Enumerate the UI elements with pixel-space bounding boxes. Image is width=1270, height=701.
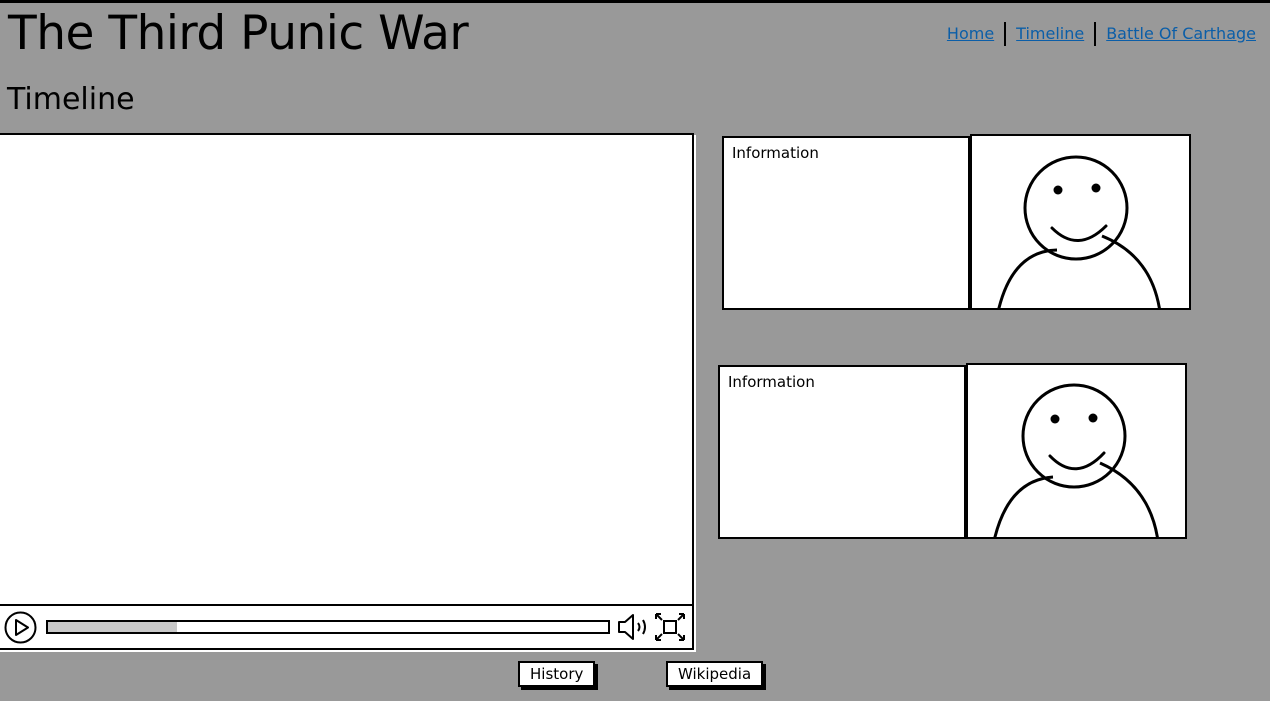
- nav-link-timeline[interactable]: Timeline: [1016, 23, 1084, 45]
- info-card-text: Information: [722, 136, 970, 310]
- fullscreen-icon[interactable]: [654, 612, 686, 642]
- info-card: Information: [718, 363, 1187, 539]
- video-progress-fill: [48, 622, 177, 632]
- video-player[interactable]: [0, 133, 694, 650]
- wikipedia-button[interactable]: Wikipedia: [666, 661, 764, 687]
- history-button[interactable]: History: [518, 661, 596, 687]
- info-card: Information: [722, 134, 1191, 310]
- top-nav: Home Timeline Battle Of Carthage: [947, 22, 1256, 46]
- play-icon[interactable]: [4, 611, 37, 644]
- person-avatar-icon: [966, 363, 1187, 539]
- top-border: [0, 0, 1270, 3]
- nav-divider: [1094, 22, 1097, 46]
- video-progress-bar[interactable]: [46, 620, 610, 634]
- info-card-text: Information: [718, 365, 966, 539]
- site-title: The Third Punic War: [8, 6, 469, 61]
- video-controls: [0, 604, 692, 648]
- page-heading: Timeline: [7, 82, 135, 117]
- person-avatar-icon: [970, 134, 1191, 310]
- volume-icon[interactable]: [616, 612, 652, 642]
- nav-divider: [1004, 22, 1007, 46]
- nav-link-battle-of-carthage[interactable]: Battle Of Carthage: [1106, 23, 1256, 45]
- nav-link-home[interactable]: Home: [947, 23, 994, 45]
